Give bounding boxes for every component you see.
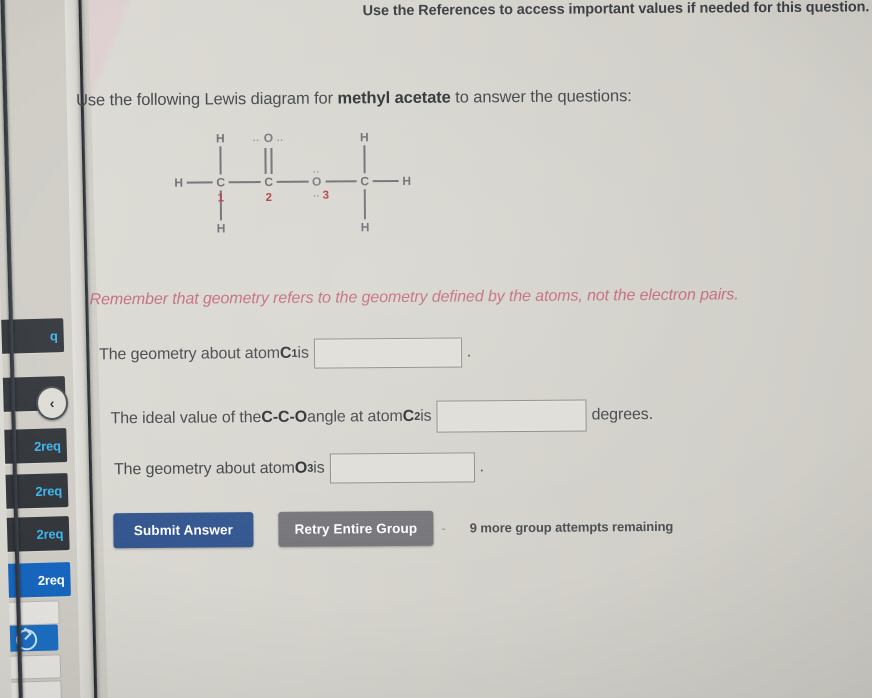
question-geometry-o3: The geometry about atom O3 is . (114, 452, 484, 485)
intro-suffix: to answer the questions: (450, 87, 632, 107)
atom-number-2: 2 (265, 191, 273, 205)
atom-o3: O (311, 174, 322, 189)
q1-text-after: . (466, 343, 472, 361)
atom-h-c1-left: H (174, 175, 184, 190)
q1-answer-input[interactable] (313, 337, 462, 369)
q3-answer-input[interactable] (329, 452, 475, 484)
bond-o3-c4 (325, 180, 357, 183)
references-note: Use the References to access important v… (362, 0, 870, 20)
bond-c2-o3 (276, 180, 309, 183)
q2-atom: C (402, 407, 415, 425)
question-angle-c2: The ideal value of the C-C-O angle at at… (110, 399, 653, 435)
bond-c2-o-double-a (264, 148, 267, 175)
main-content: Use the References to access important v… (0, 0, 872, 698)
q2-answer-input[interactable] (436, 399, 587, 433)
atom-number-3: 3 (322, 189, 330, 202)
q3-atom: O (294, 459, 308, 477)
atom-o-carbonyl: O (263, 130, 274, 146)
retry-entire-group-button[interactable]: Retry Entire Group (278, 510, 434, 547)
q1-text-mid: is (297, 344, 309, 362)
q1-atom: C (279, 344, 292, 362)
attempts-remaining-text: 9 more group attempts remaining (469, 518, 674, 536)
atom-number-1: 1 (217, 192, 225, 205)
action-row: Submit Answer Retry Entire Group - 9 mor… (113, 509, 674, 549)
intro-text: Use the following Lewis diagram for meth… (76, 86, 776, 110)
atom-h-c4-bottom: H (360, 220, 370, 235)
lewis-structure-diagram: .. .. .. .. H H C H O C O C H H H 1 2 3 (168, 119, 411, 241)
lone-pair-o-carbonyl-right: .. (276, 132, 284, 143)
q2-text-mid2: is (420, 407, 432, 425)
atom-h-c1-bottom: H (216, 221, 226, 236)
bond-c1-h-top (219, 146, 222, 175)
lone-pair-o3-top: .. (313, 164, 321, 175)
bond-c4-h-right (372, 179, 399, 183)
lone-pair-o3-bottom: .. (313, 188, 321, 199)
question-geometry-c1: The geometry about atom C1 is . (99, 337, 471, 370)
q1-text-before: The geometry about atom (98, 344, 281, 364)
q3-text-after: . (479, 458, 485, 476)
atom-h-c1-top: H (215, 131, 225, 146)
q2-angle: C-C-O (261, 408, 308, 427)
remember-note: Remember that geometry refers to the geo… (89, 286, 739, 309)
q2-text-before: The ideal value of the (110, 409, 262, 428)
bond-c4-h-bottom (363, 189, 366, 220)
q3-text-before: The geometry about atom (113, 459, 295, 479)
atom-c4: C (360, 174, 370, 189)
atom-c2: C (264, 174, 274, 190)
compound-name: methyl acetate (337, 88, 451, 108)
bond-c1-c2 (228, 181, 261, 184)
bond-c1-h-left (186, 181, 213, 184)
intro-prefix: Use the following Lewis diagram for (75, 89, 338, 110)
separator-dash: - (441, 520, 446, 536)
atom-h-c4-right: H (402, 173, 412, 188)
atom-h-c4-top: H (359, 130, 369, 145)
q2-text-mid1: angle at atom (306, 407, 403, 426)
bond-c2-o-double-b (270, 147, 273, 174)
lone-pair-o-carbonyl-left: .. (252, 133, 260, 144)
photographed-screen-canvas: q eq 2req 2req 2req 2req ‹ Use the Refer… (0, 0, 872, 698)
submit-answer-button[interactable]: Submit Answer (113, 512, 254, 549)
bond-c4-h-top (363, 145, 366, 174)
q2-text-after: degrees. (591, 405, 654, 424)
q3-text-mid: is (313, 459, 325, 477)
atom-c1: C (216, 175, 226, 190)
